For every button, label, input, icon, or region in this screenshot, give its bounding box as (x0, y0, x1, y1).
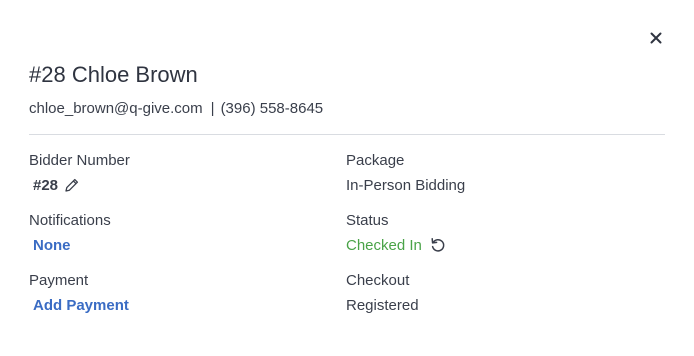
phone-text: (396) 558-8645 (220, 100, 324, 117)
status-field: Checked In (346, 236, 447, 254)
status-label: Status (346, 212, 389, 229)
contact-info: chloe_brown@q-give.com | (396) 558-8645 (29, 100, 323, 117)
checkout-label: Checkout (346, 272, 410, 289)
add-payment-link[interactable]: Add Payment (33, 297, 129, 314)
checkout-field: Registered (346, 297, 419, 314)
notifications-link[interactable]: None (33, 237, 71, 254)
notifications-field: None (33, 237, 71, 254)
package-label: Package (346, 152, 405, 169)
package-value: In-Person Bidding (346, 177, 466, 194)
email-text: chloe_brown@q-give.com (29, 100, 203, 117)
pencil-icon[interactable] (63, 177, 80, 194)
close-button[interactable] (648, 30, 664, 46)
bidder-number-label: Bidder Number (29, 152, 130, 169)
payment-label: Payment (29, 272, 89, 289)
checkout-value: Registered (346, 297, 419, 314)
page-title: #28 Chloe Brown (29, 62, 198, 87)
package-field: In-Person Bidding (346, 177, 465, 194)
payment-field: Add Payment (33, 297, 129, 314)
bidder-number-field: #28 (33, 177, 80, 194)
bidder-number-value: #28 (33, 177, 59, 194)
undo-icon[interactable] (429, 236, 447, 254)
close-icon (648, 30, 664, 46)
notifications-label: Notifications (29, 212, 111, 229)
divider (29, 134, 665, 135)
contact-separator: | (210, 100, 215, 117)
status-value: Checked In (346, 236, 422, 254)
